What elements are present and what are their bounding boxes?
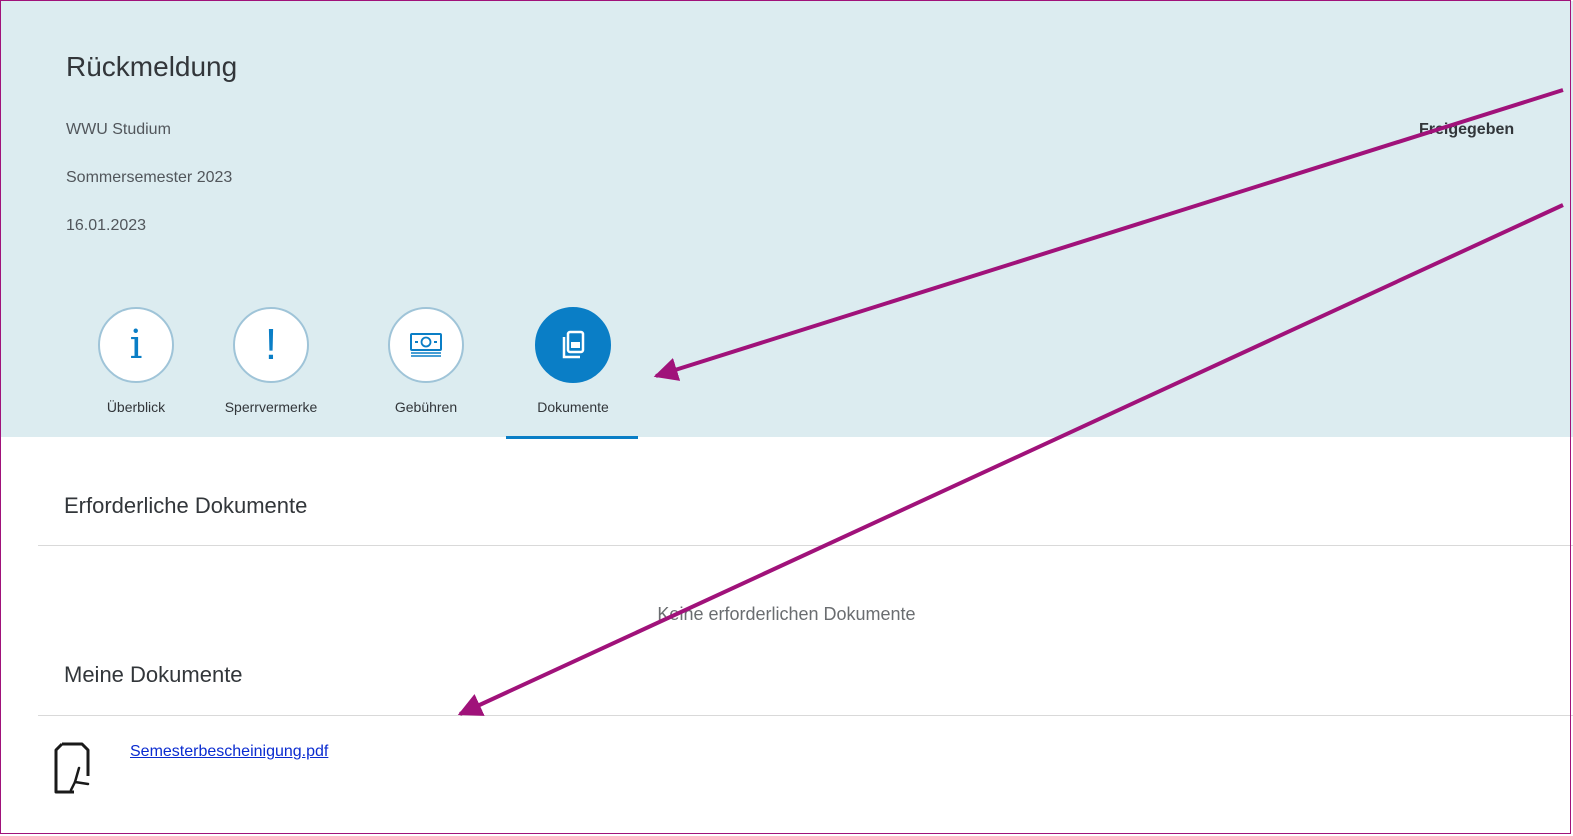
empty-state-message: Keine erforderlichen Dokumente — [657, 604, 916, 624]
documents-icon — [535, 307, 611, 383]
divider — [38, 545, 1573, 546]
info-icon: i — [98, 307, 174, 383]
program-label: WWU Studium — [66, 121, 171, 138]
tab-ueberblick[interactable]: i Überblick — [86, 307, 186, 415]
status-label: Freigegeben — [1419, 121, 1515, 138]
section-title-my-documents: Meine Dokumente — [64, 662, 243, 687]
active-tab-indicator — [506, 436, 638, 439]
tab-gebuehren[interactable]: Gebühren — [373, 307, 479, 415]
divider — [38, 715, 1573, 716]
page-title: Rückmeldung — [66, 51, 238, 82]
tab-sperrvermerke[interactable]: ! Sperrvermerke — [206, 307, 336, 415]
tab-label: Gebühren — [394, 399, 458, 415]
date-label: 16.01.2023 — [66, 217, 147, 234]
tab-label: Sperrvermerke — [224, 399, 318, 415]
section-title-required-documents: Erforderliche Dokumente — [64, 493, 308, 518]
exclamation-icon: ! — [233, 307, 309, 383]
pdf-file-icon — [52, 738, 94, 799]
object-page-header: Rückmeldung WWU Studium Sommersemester 2… — [1, 1, 1573, 437]
money-icon — [388, 307, 464, 383]
list-item: Semesterbescheinigung.pdf — [52, 738, 328, 799]
tab-dokumente[interactable]: Dokumente — [507, 307, 639, 415]
tab-label: Überblick — [106, 399, 166, 415]
document-link[interactable]: Semesterbescheinigung.pdf — [130, 743, 328, 761]
semester-label: Sommersemester 2023 — [66, 169, 233, 186]
tab-label: Dokumente — [537, 399, 609, 415]
